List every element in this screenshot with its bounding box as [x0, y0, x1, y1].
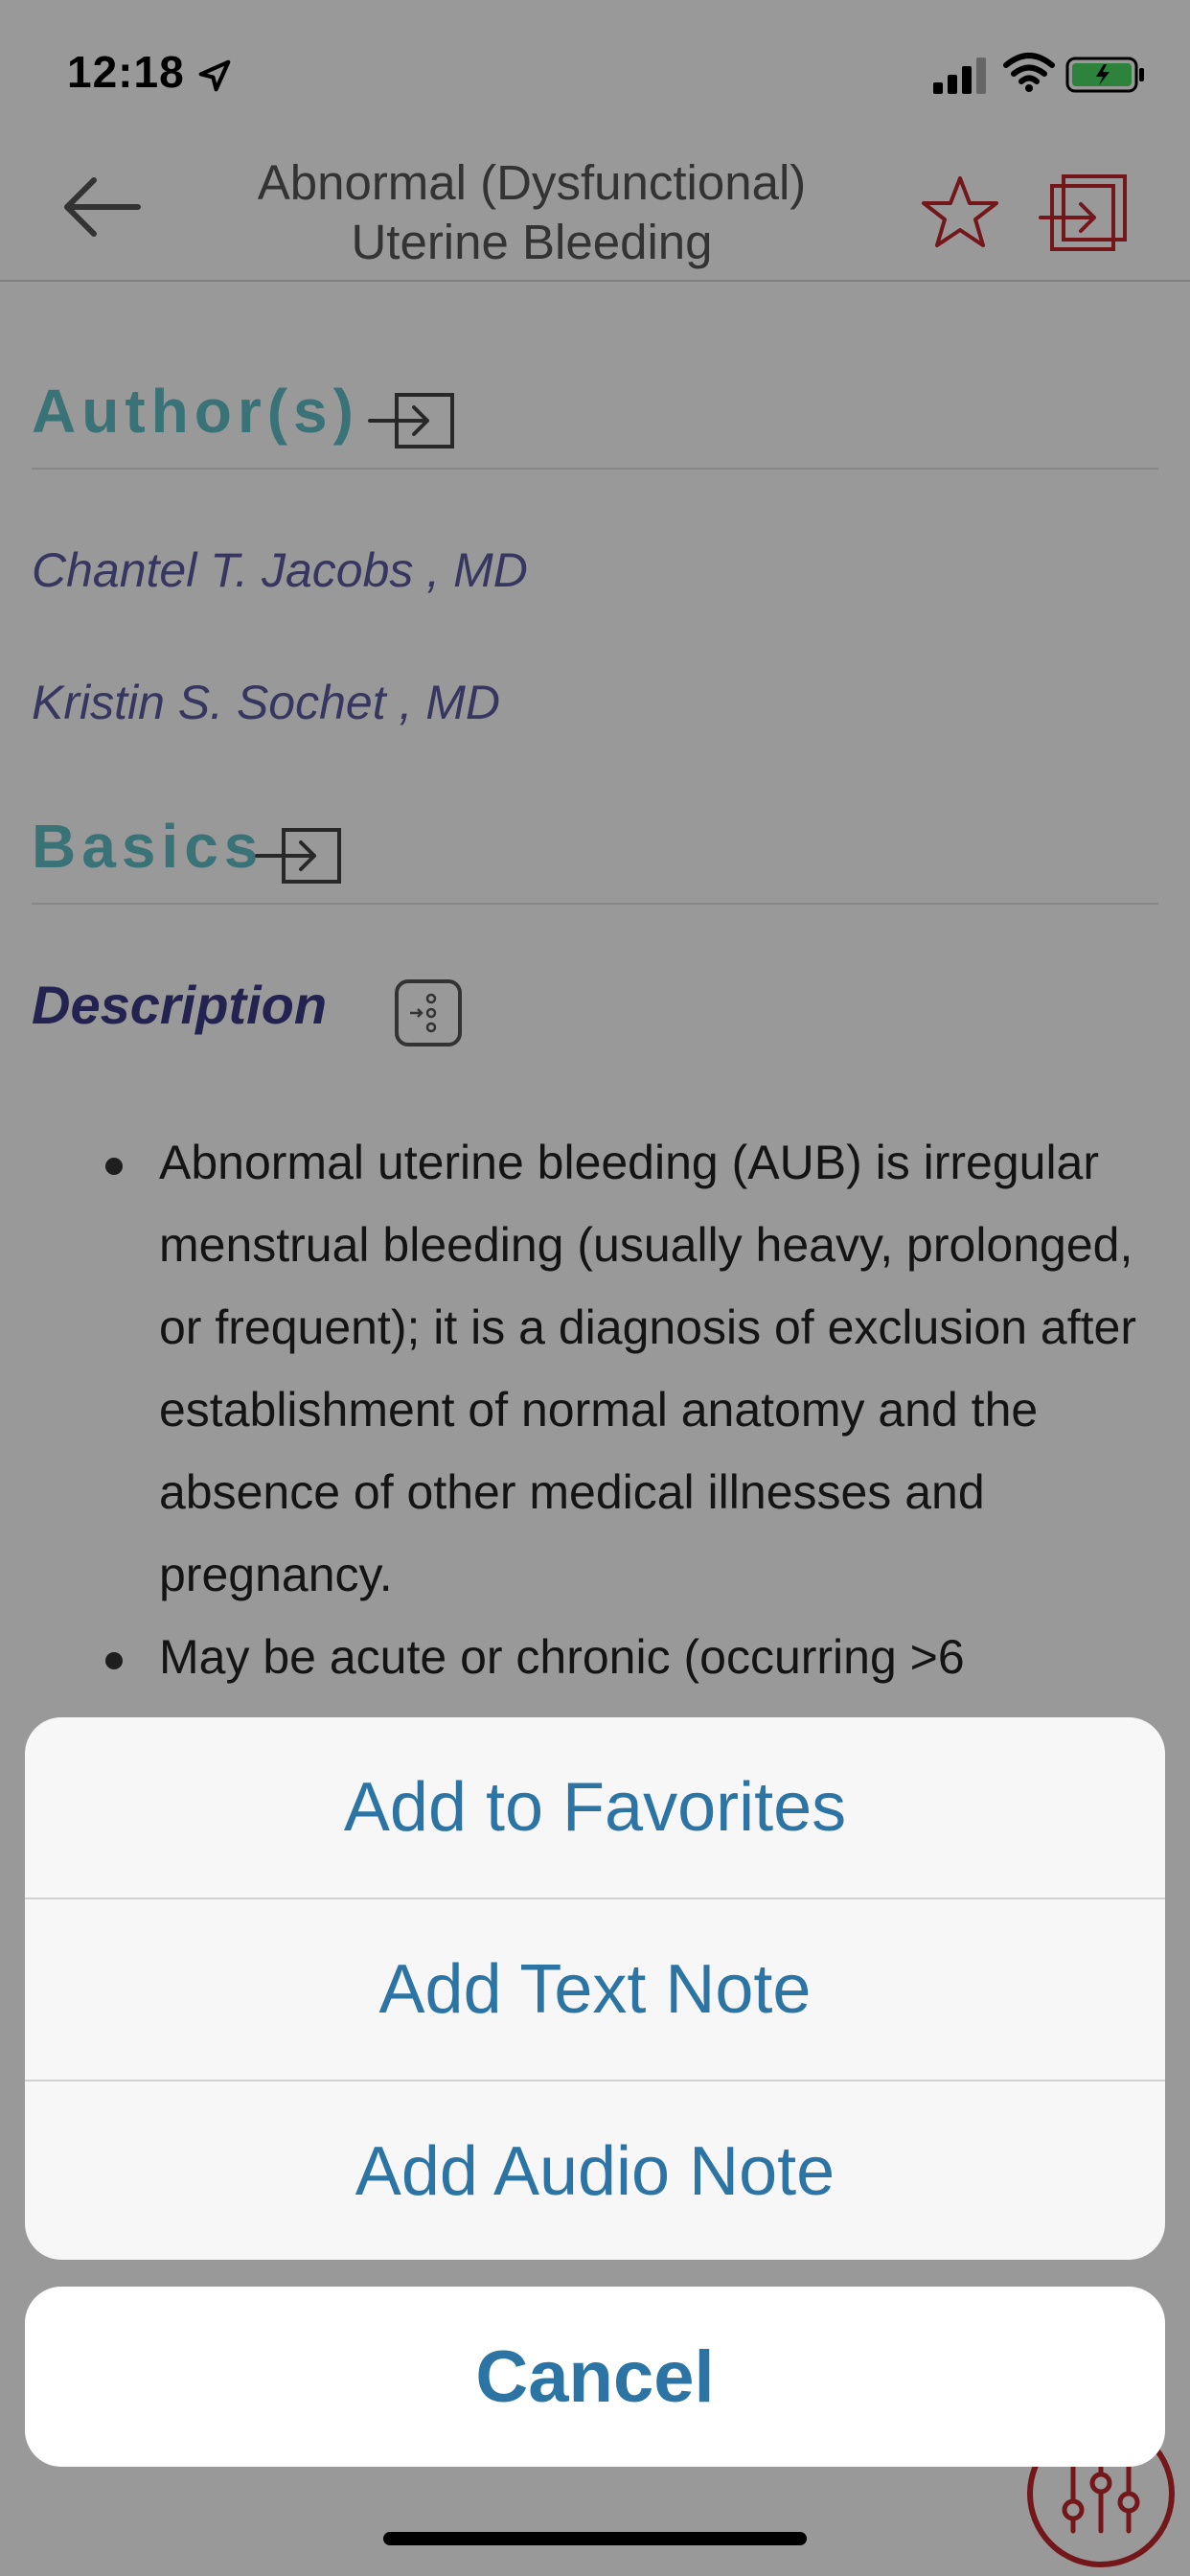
- add-to-favorites-button[interactable]: Add to Favorites: [25, 1717, 1165, 1898]
- add-audio-note-button[interactable]: Add Audio Note: [25, 2082, 1165, 2260]
- screen: 12:18 Abnormal (Dysfunctional) Uterine B…: [0, 0, 1190, 2576]
- home-indicator[interactable]: [383, 2532, 807, 2545]
- action-sheet: Add to Favorites Add Text Note Add Audio…: [25, 1717, 1165, 2260]
- add-text-note-button[interactable]: Add Text Note: [25, 1899, 1165, 2080]
- cancel-button[interactable]: Cancel: [25, 2287, 1165, 2467]
